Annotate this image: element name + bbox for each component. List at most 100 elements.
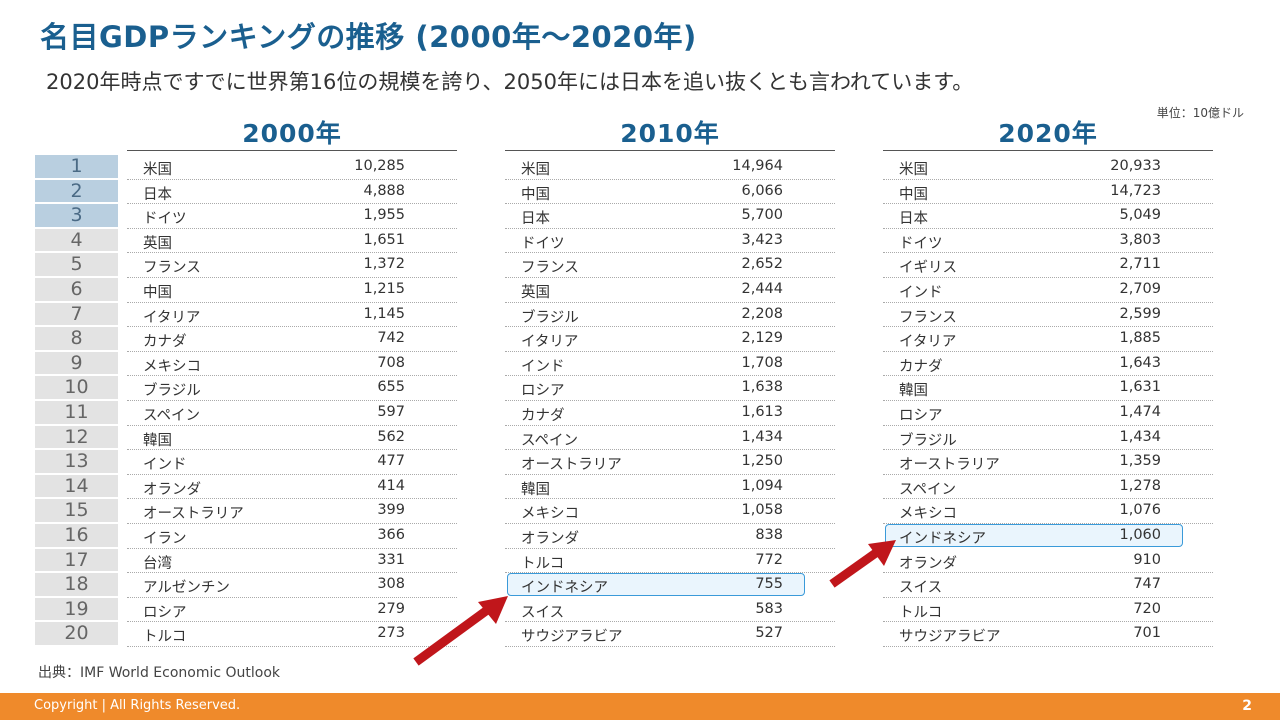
ranking-row: 韓国 1,631 <box>883 376 1213 401</box>
ranking-row: ドイツ 3,423 <box>505 229 835 254</box>
gdp-value: 3,423 <box>741 231 783 248</box>
rank-cell: 6 <box>35 277 118 301</box>
country-name: 英国 <box>521 284 550 301</box>
gdp-value: 742 <box>377 330 405 347</box>
ranking-row: ドイツ 3,803 <box>883 229 1213 254</box>
rank-cell: 8 <box>35 327 118 350</box>
rank-cell: 9 <box>35 351 118 375</box>
ranking-row: メキシコ 708 <box>127 352 457 377</box>
ranking-row: インドネシア 755 <box>505 573 835 598</box>
gdp-value: 597 <box>377 403 405 420</box>
country-name: 日本 <box>899 211 928 228</box>
gdp-value: 20,933 <box>1110 158 1161 174</box>
gdp-value: 414 <box>377 477 405 494</box>
gdp-value: 5,700 <box>741 207 783 224</box>
ranking-row: オランダ 910 <box>883 549 1213 574</box>
ranking-row: スペイン 1,278 <box>883 475 1213 500</box>
page-number: 2 <box>1242 698 1252 714</box>
country-name: スペイン <box>143 407 200 424</box>
ranking-row: 米国 14,964 <box>505 155 835 180</box>
country-name: 中国 <box>899 186 928 203</box>
gdp-value: 1,651 <box>363 231 405 248</box>
gdp-value: 14,964 <box>732 158 783 174</box>
country-name: 米国 <box>143 162 172 178</box>
country-name: メキシコ <box>899 506 957 523</box>
country-name: インド <box>143 457 187 474</box>
country-name: インドネシア <box>521 580 608 597</box>
ranking-list: 米国 10,285 日本 4,888 ドイツ 1,955 英国 1,651 フランス 1,372 中… <box>127 155 457 647</box>
ranking-row: インド 2,709 <box>883 278 1213 303</box>
gdp-value: 1,708 <box>741 354 783 371</box>
country-name: サウジアラビア <box>899 629 1001 646</box>
country-name: フランス <box>899 309 957 326</box>
ranking-row: ドイツ 1,955 <box>127 204 457 229</box>
country-name: インドネシア <box>899 530 986 547</box>
ranking-row: イラン 366 <box>127 524 457 549</box>
country-name: インド <box>899 284 943 301</box>
country-name: メキシコ <box>521 506 579 523</box>
country-name: 日本 <box>521 211 550 228</box>
gdp-value: 1,613 <box>741 403 783 420</box>
country-name: カナダ <box>521 407 565 424</box>
gdp-value: 1,631 <box>1119 379 1161 396</box>
gdp-value: 399 <box>377 502 405 519</box>
country-name: ドイツ <box>143 211 187 228</box>
ranking-row: スペイン 597 <box>127 401 457 426</box>
gdp-value: 1,145 <box>363 305 405 322</box>
ranking-row: 日本 5,049 <box>883 204 1213 229</box>
gdp-value: 10,285 <box>354 158 405 174</box>
country-name: 韓国 <box>143 432 172 449</box>
country-name: トルコ <box>521 555 565 572</box>
ranking-row: 台湾 331 <box>127 549 457 574</box>
gdp-value: 1,058 <box>741 502 783 519</box>
country-name: 中国 <box>143 284 172 301</box>
gdp-value: 366 <box>377 526 405 543</box>
ranking-row: サウジアラビア 701 <box>883 622 1213 647</box>
gdp-value: 477 <box>377 453 405 470</box>
ranking-row: 米国 10,285 <box>127 155 457 180</box>
year-block-2000: 2000年 米国 10,285 日本 4,888 ドイツ 1,955 英国 1,651 フランス… <box>127 118 457 647</box>
country-name: イラン <box>143 530 187 547</box>
country-name: イタリア <box>521 334 579 351</box>
country-name: オランダ <box>521 530 579 547</box>
ranking-row: 英国 1,651 <box>127 229 457 254</box>
country-name: ロシア <box>143 604 187 621</box>
ranking-row: フランス 2,599 <box>883 303 1213 328</box>
country-name: イタリア <box>143 309 201 326</box>
ranking-row: オーストラリア 399 <box>127 499 457 524</box>
country-name: トルコ <box>143 629 187 646</box>
gdp-value: 1,434 <box>1119 428 1161 445</box>
rank-cell: 19 <box>35 597 118 621</box>
arrow-icon <box>413 596 508 666</box>
gdp-value: 1,250 <box>741 453 783 470</box>
page-title: 名目GDPランキングの推移 (2000年〜2020年) <box>40 20 697 54</box>
ranking-row: イタリア 1,145 <box>127 303 457 328</box>
country-name: メキシコ <box>143 358 201 375</box>
gdp-value: 2,599 <box>1119 305 1161 322</box>
country-name: カナダ <box>899 358 943 375</box>
ranking-row: サウジアラビア 527 <box>505 622 835 647</box>
rank-cell: 7 <box>35 302 118 326</box>
rank-cell: 3 <box>35 204 118 227</box>
gdp-value: 747 <box>1133 576 1161 593</box>
country-name: 米国 <box>521 162 550 178</box>
gdp-value: 273 <box>377 625 405 642</box>
ranking-row: 韓国 1,094 <box>505 475 835 500</box>
country-name: トルコ <box>899 604 943 621</box>
country-name: フランス <box>521 260 579 277</box>
gdp-value: 527 <box>755 625 783 642</box>
gdp-value: 720 <box>1133 600 1161 617</box>
country-name: ロシア <box>521 383 565 400</box>
ranking-row: フランス 1,372 <box>127 253 457 278</box>
rank-cell: 1 <box>35 155 118 178</box>
gdp-value: 5,049 <box>1119 207 1161 224</box>
gdp-value: 701 <box>1133 625 1161 642</box>
gdp-value: 1,474 <box>1119 403 1161 420</box>
gdp-value: 6,066 <box>741 182 783 199</box>
ranking-row: カナダ 742 <box>127 327 457 352</box>
page-subtitle: 2020年時点ですでに世界第16位の規模を誇り、2050年には日本を追い抜くとも… <box>46 70 974 94</box>
country-name: スペイン <box>521 432 578 449</box>
country-name: インド <box>521 358 565 375</box>
source-note: 出典：IMF World Economic Outlook <box>38 665 281 681</box>
gdp-value: 755 <box>755 576 783 593</box>
